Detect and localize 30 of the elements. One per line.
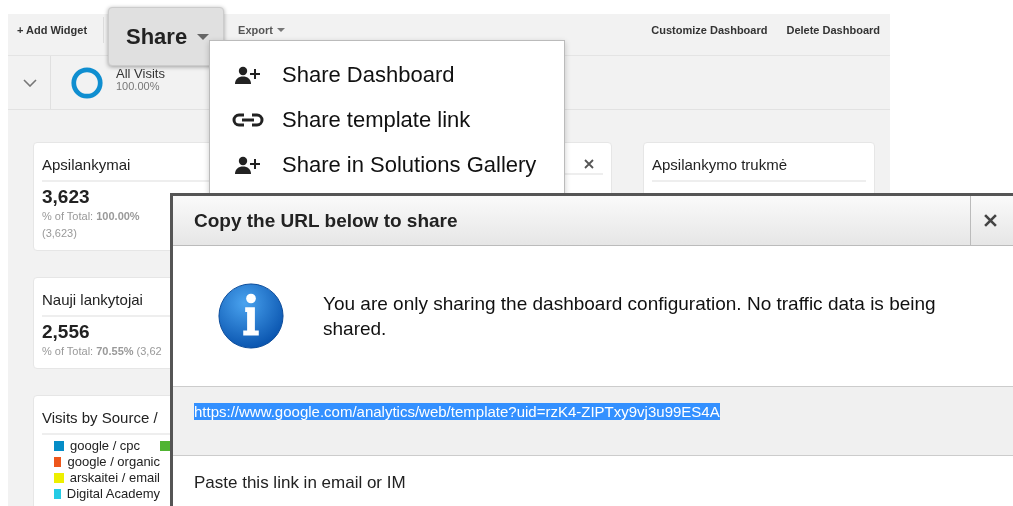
segment-percent: 100.00% — [116, 79, 161, 93]
share-button[interactable]: Share — [108, 7, 224, 66]
link-icon — [232, 113, 264, 127]
card-title: Apsilankymai — [42, 155, 131, 175]
metric-note: % of Total: 100.00% (3,623) — [42, 209, 141, 241]
metric-value: 2,556 — [42, 321, 91, 343]
legend-label: google / cpc — [70, 438, 141, 454]
card-title: Apsilankymo trukmė — [652, 155, 788, 175]
chevron-down-icon[interactable] — [23, 78, 37, 87]
info-icon — [217, 282, 285, 350]
legend-label: arskaitei / email — [69, 470, 160, 486]
legend-label: Digital Academy — [66, 486, 160, 502]
close-icon[interactable] — [584, 159, 594, 169]
segment-name: All Visits — [116, 66, 165, 80]
toolbar-link[interactable]: Delete Dashboard — [786, 23, 880, 36]
card-title: Nauji lankytojai — [42, 290, 143, 310]
card-title: Visits by Source / — [42, 408, 158, 428]
caret-icon — [276, 27, 285, 32]
add-widget-link[interactable]: + Add Widget — [17, 23, 88, 36]
dialog-message: You are only sharing the dashboard configuration. No traffic data is being shared. — [323, 292, 937, 341]
metric-note: % of Total: 70.55% (3,62 — [42, 344, 163, 359]
metric-value: 3,623 — [42, 186, 91, 208]
dialog-title: Copy the URL below to share — [194, 209, 459, 232]
donut-icon — [70, 65, 104, 100]
legend-label: google / organic — [67, 454, 160, 470]
caret-icon — [197, 33, 210, 40]
export-menu-link[interactable]: Export — [238, 23, 273, 36]
toolbar-link[interactable]: Customize Dashboard — [651, 23, 768, 36]
dialog-hint: Paste this link in email or IM — [194, 473, 406, 492]
close-icon — [984, 214, 997, 227]
